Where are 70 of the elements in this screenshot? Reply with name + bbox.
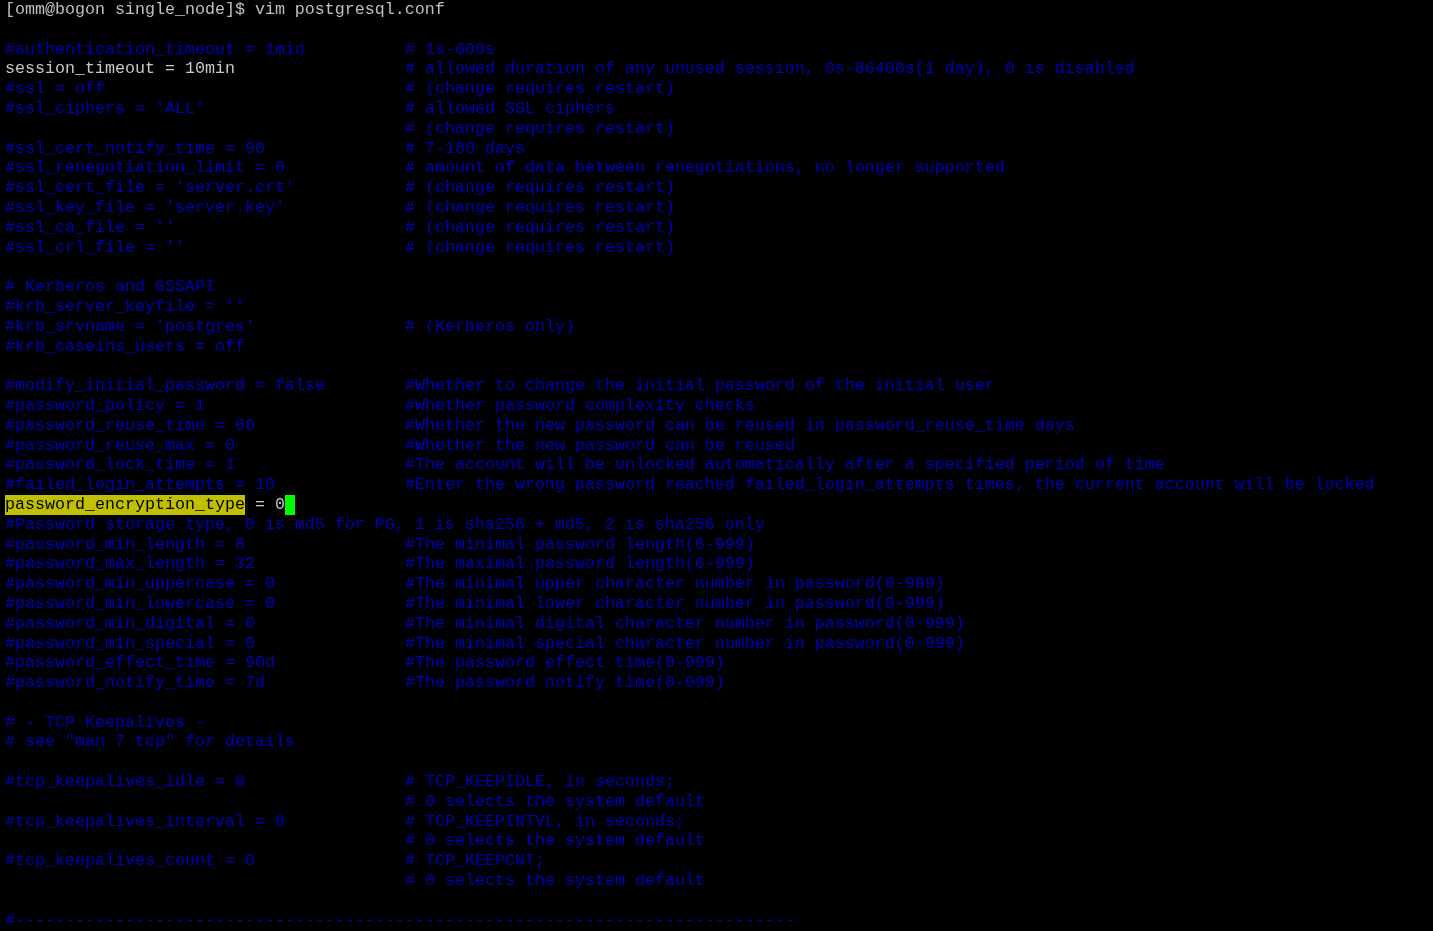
code-text: #modify_initial_password = false [5,376,325,396]
comment-text: # (change requires restart) [405,237,675,258]
code-text: #password_min_digital = 0 [5,613,255,634]
code-text: #ssl_ciphers = 'ALL' [5,99,205,119]
code-text: #password_policy = 1 [5,395,205,416]
code-text: #authentication_timeout = 1min [5,39,305,60]
code-text: # see "man 7 tcp" for details [5,732,295,753]
comment-text: # allowed duration of any unused session, 0s-86400s(1 day), 0 is disabled [405,59,1135,80]
search-match: password_encryption_type [5,494,245,515]
code-text: #password_reuse_time = 60 [5,415,255,436]
code-text: #password_effect_time = 90d [5,653,275,674]
code-text: #password_min_length = 8 [5,534,245,555]
comment-text: #The minimal upper character number in password(0-999) [405,574,945,594]
comment-text: # (Kerberos only) [405,316,575,337]
comment-text: # allowed SSL ciphers [405,99,615,119]
shell-prompt: [omm@bogon single_node]$ vim postgresql.conf [5,0,445,19]
comment-text: # (change requires restart) [405,197,675,218]
code-text: #ssl_crl_file = '' [5,237,185,258]
code-text: #ssl_ca_file = '' [5,217,175,238]
code-text: #password_notify_time = 7d [5,673,265,693]
code-text: # Kerberos and GSSAPI [5,277,215,297]
comment-text: #The password effect time(0-999) [405,653,725,674]
code-text: #tcp_keepalives_count = 0 [5,851,255,872]
comment-text: #The account will be unlocked automatically after a specified period of time [405,455,1165,476]
comment-text: # amount of data between renegotiations, no longer supported [405,158,1005,179]
code-text: session_timeout = 10min [5,59,235,80]
comment-text: # (change requires restart) [405,118,675,139]
code-text: #password_min_lowercase = 0 [5,593,275,614]
code-text: #password_min_uppercase = 0 [5,574,275,594]
comment-text: # 0 selects the system default [405,831,705,852]
code-text: = 0 [253,494,285,515]
code-text: #------------------------------------------------------------------------------ [5,910,795,931]
comment-text: # TCP_KEEPINTVL, in seconds; [405,811,685,832]
code-text: #Password storage type, 0 is md5 for PG, 1 is sha256 + md5, 2 is sha256 only [5,514,765,535]
code-text: #krb_caseins_users = off [5,336,245,357]
comment-text: # TCP_KEEPIDLE, in seconds; [405,772,675,792]
code-text: #tcp_keepalives_interval = 0 [5,811,285,832]
code-text: #ssl_renegotiation_limit = 0 [5,158,285,179]
comment-text: #Whether password complexity checks [405,395,755,416]
code-text: #ssl_cert_file = 'server.crt' [5,178,295,198]
comment-text: #The minimal password length(6-999) [405,534,755,555]
comment-text: #The password notify time(0-999) [405,673,725,693]
comment-text: #Whether to change the initial password of the initial user [405,376,995,396]
comment-text: # (change requires restart) [405,217,675,238]
code-text: #ssl_key_file = 'server.key' [5,197,285,218]
comment-text: # TCP_KEEPCNT; [405,851,545,872]
code-text: #tcp_keepalives_idle = 0 [5,772,245,792]
code-text: #failed_login_attempts = 10 [5,475,275,495]
code-text: #krb_srvname = 'postgres' [5,316,255,337]
comment-text: #Whether the new password can be reused [405,435,795,456]
code-text: #password_max_length = 32 [5,554,255,575]
comment-text: # 7-180 days [405,138,525,159]
code-text: #krb_server_keyfile = '' [5,296,245,317]
comment-text: #Enter the wrong password reached failed_login_attempts times, the current account will be locked [405,475,1375,495]
comment-text: #The minimal lower character number in password(0-999) [405,593,945,614]
comment-text: # (change requires restart) [405,178,675,198]
comment-text: # (change requires restart) [405,79,675,99]
comment-text: # 1s-600s [405,39,495,60]
code-text: #password_lock_time = 1 [5,455,235,476]
comment-text: # 0 selects the system default [405,791,705,812]
comment-text: # 0 selects the system default [405,871,705,891]
comment-text: #Whether the new password can be reused in password_reuse_time days [405,415,1075,436]
code-text: # - TCP Keepalives - [5,712,205,733]
code-text: #password_reuse_max = 0 [5,435,235,456]
code-text: #password_min_special = 0 [5,633,255,654]
comment-text: #The minimal digital character number in password(0-999) [405,613,965,634]
comment-text: #The minimal special character number in password(0-999) [405,633,965,654]
code-text: #ssl_cert_notify_time = 90 [5,138,265,159]
code-text: #ssl = off [5,79,105,99]
comment-text: #The maximal password length(6-999) [405,554,755,575]
